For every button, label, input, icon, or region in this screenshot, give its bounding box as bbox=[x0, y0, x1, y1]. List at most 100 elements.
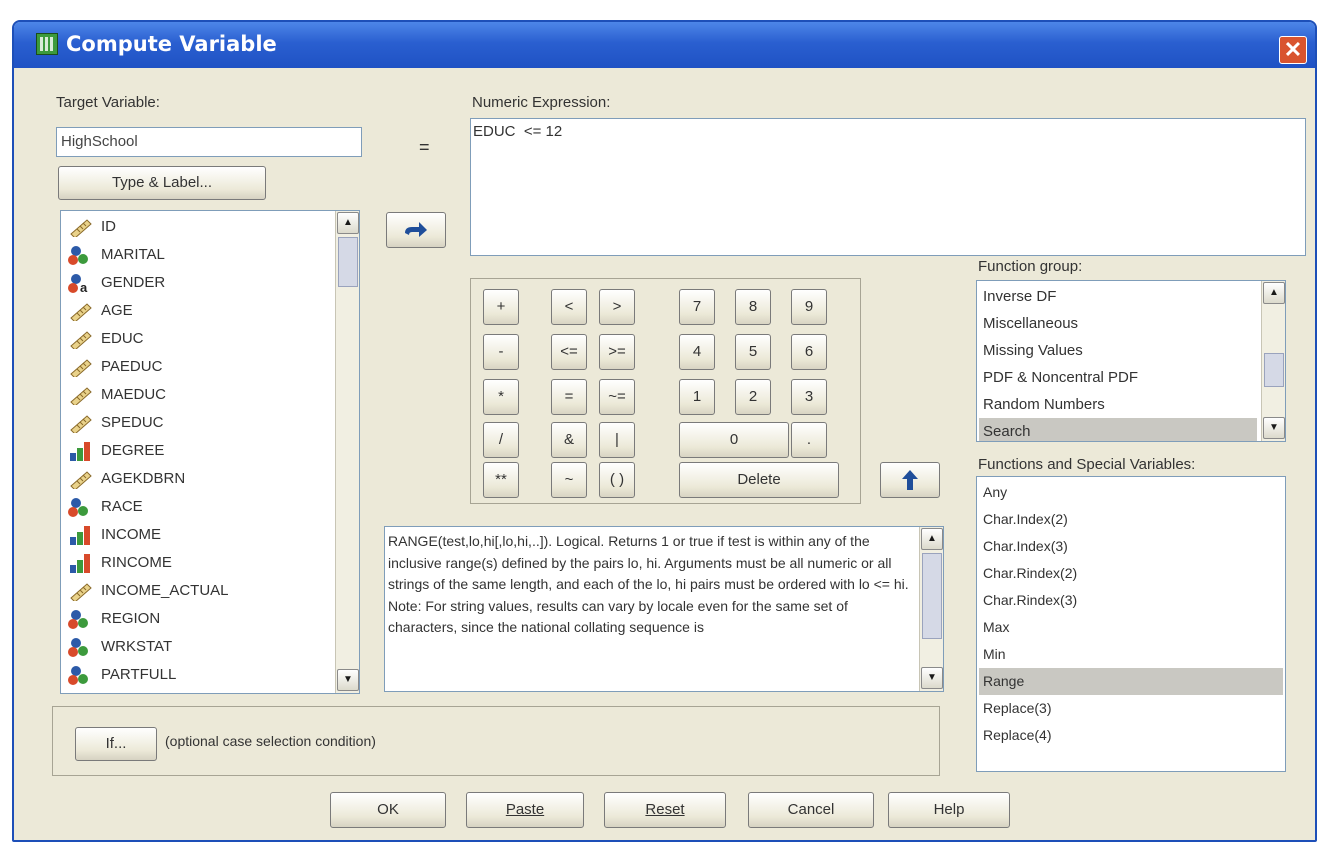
description-text: RANGE(test,lo,hi[,lo,hi,..]). Logical. R… bbox=[388, 533, 909, 635]
scroll-thumb[interactable] bbox=[338, 237, 358, 287]
type-label-button[interactable]: Type & Label... bbox=[58, 166, 266, 200]
function-item[interactable]: Replace(4) bbox=[979, 722, 1283, 749]
function-item[interactable]: Char.Index(2) bbox=[979, 506, 1283, 533]
if-button[interactable]: If... bbox=[75, 727, 157, 761]
scale-ruler-icon bbox=[67, 693, 95, 694]
key-not[interactable]: ~ bbox=[551, 462, 587, 498]
function-item[interactable]: Replace(3) bbox=[979, 695, 1283, 722]
delete-button[interactable]: Delete bbox=[679, 462, 839, 498]
key-greater-equal[interactable]: >= bbox=[599, 334, 635, 370]
function-group-item[interactable]: Missing Values bbox=[979, 337, 1257, 364]
variable-item[interactable]: a GENDER bbox=[67, 269, 165, 296]
key-equals[interactable]: = bbox=[551, 379, 587, 415]
variable-item[interactable]: PAEDUC bbox=[67, 353, 162, 380]
help-button[interactable]: Help bbox=[888, 792, 1010, 828]
scroll-up-icon[interactable]: ▲ bbox=[1263, 282, 1285, 304]
variable-item[interactable]: PARTFULL bbox=[67, 661, 176, 688]
key-2[interactable]: 2 bbox=[735, 379, 771, 415]
variable-item[interactable]: REGION bbox=[67, 605, 160, 632]
move-variable-button[interactable] bbox=[386, 212, 446, 248]
numeric-expression-label: Numeric Expression: bbox=[472, 94, 611, 111]
key-multiply[interactable]: * bbox=[483, 379, 519, 415]
key-3[interactable]: 3 bbox=[791, 379, 827, 415]
function-group-list[interactable]: Inverse DF Miscellaneous Missing Values PDF… bbox=[976, 280, 1286, 442]
key-parentheses[interactable]: ( ) bbox=[599, 462, 635, 498]
key-1[interactable]: 1 bbox=[679, 379, 715, 415]
variable-item[interactable]: DEGREE bbox=[67, 437, 164, 464]
key-or[interactable]: | bbox=[599, 422, 635, 458]
variable-item[interactable]: SPEDUC bbox=[67, 409, 164, 436]
function-group-item[interactable]: Inverse DF bbox=[979, 283, 1257, 310]
function-item[interactable]: Char.Rindex(2) bbox=[979, 560, 1283, 587]
variable-item[interactable]: RACE bbox=[67, 493, 143, 520]
function-group-item[interactable]: Random Numbers bbox=[979, 391, 1257, 418]
variable-item[interactable]: ID bbox=[67, 213, 116, 240]
function-item[interactable]: Max bbox=[979, 614, 1283, 641]
function-group-item[interactable]: PDF & Noncentral PDF bbox=[979, 364, 1257, 391]
key-7[interactable]: 7 bbox=[679, 289, 715, 325]
close-button[interactable]: ✕ bbox=[1279, 36, 1307, 64]
variable-item[interactable]: WRKSTAT bbox=[67, 633, 172, 660]
variable-item[interactable]: AGEKDBRN bbox=[67, 465, 185, 492]
function-group-item[interactable]: Search bbox=[979, 418, 1257, 441]
function-item[interactable]: Char.Rindex(3) bbox=[979, 587, 1283, 614]
function-item[interactable]: Min bbox=[979, 641, 1283, 668]
variable-item[interactable]: INCOME bbox=[67, 521, 161, 548]
ordinal-icon bbox=[67, 441, 95, 462]
function-group-item[interactable]: Miscellaneous bbox=[979, 310, 1257, 337]
variable-item[interactable]: MARITAL bbox=[67, 241, 165, 268]
key-power[interactable]: ** bbox=[483, 462, 519, 498]
variable-name: EDUC bbox=[101, 330, 144, 347]
cancel-button[interactable]: Cancel bbox=[748, 792, 874, 828]
function-description: RANGE(test,lo,hi[,lo,hi,..]). Logical. R… bbox=[384, 526, 944, 692]
function-group-scrollbar[interactable]: ▲ ▼ bbox=[1261, 281, 1285, 441]
title-bar[interactable]: Compute Variable ✕ bbox=[14, 22, 1315, 68]
key-5[interactable]: 5 bbox=[735, 334, 771, 370]
variable-item[interactable]: INCOME_ACTUAL bbox=[67, 577, 229, 604]
function-item[interactable]: Any bbox=[979, 479, 1283, 506]
reset-button[interactable]: Reset bbox=[604, 792, 726, 828]
key-less-than[interactable]: < bbox=[551, 289, 587, 325]
variable-item[interactable]: MAEDUC bbox=[67, 381, 166, 408]
key-greater-than[interactable]: > bbox=[599, 289, 635, 325]
variable-item[interactable]: HRS1 bbox=[67, 689, 141, 694]
if-section: If... (optional case selection condition… bbox=[52, 706, 940, 776]
function-item[interactable]: Range bbox=[979, 668, 1283, 695]
scroll-up-icon[interactable]: ▲ bbox=[921, 528, 943, 550]
variable-list[interactable]: ID MARITAL a GENDER AGE EDUC PAEDUC MAEDUC SPEDU… bbox=[60, 210, 360, 694]
key-not-equal[interactable]: ~= bbox=[599, 379, 635, 415]
variable-name: REGION bbox=[101, 610, 161, 627]
key-plus[interactable]: + bbox=[483, 289, 519, 325]
functions-list[interactable]: Any Char.Index(2) Char.Index(3) Char.Rindex… bbox=[976, 476, 1286, 772]
variable-item[interactable]: RINCOME bbox=[67, 549, 172, 576]
variable-name: INCOME bbox=[101, 526, 161, 543]
key-6[interactable]: 6 bbox=[791, 334, 827, 370]
scroll-down-icon[interactable]: ▼ bbox=[921, 667, 943, 689]
variable-item[interactable]: AGE bbox=[67, 297, 133, 324]
variable-name: PARTFULL bbox=[101, 666, 177, 683]
function-item[interactable]: Char.Index(3) bbox=[979, 533, 1283, 560]
numeric-expression-textarea[interactable]: EDUC <= 12 bbox=[470, 118, 1306, 256]
description-scrollbar[interactable]: ▲ ▼ bbox=[919, 527, 943, 691]
variable-item[interactable]: EDUC bbox=[67, 325, 144, 352]
key-minus[interactable]: - bbox=[483, 334, 519, 370]
scroll-thumb[interactable] bbox=[1264, 353, 1284, 387]
insert-function-button[interactable] bbox=[880, 462, 940, 498]
scroll-down-icon[interactable]: ▼ bbox=[337, 669, 359, 691]
key-less-equal[interactable]: <= bbox=[551, 334, 587, 370]
scroll-thumb[interactable] bbox=[922, 553, 942, 639]
key-decimal[interactable]: . bbox=[791, 422, 827, 458]
scroll-up-icon[interactable]: ▲ bbox=[337, 212, 359, 234]
target-variable-input[interactable]: HighSchool bbox=[56, 127, 362, 157]
key-0[interactable]: 0 bbox=[679, 422, 789, 458]
key-and[interactable]: & bbox=[551, 422, 587, 458]
key-9[interactable]: 9 bbox=[791, 289, 827, 325]
variable-list-scrollbar[interactable]: ▲ ▼ bbox=[335, 211, 359, 693]
key-divide[interactable]: / bbox=[483, 422, 519, 458]
key-8[interactable]: 8 bbox=[735, 289, 771, 325]
app-icon bbox=[36, 33, 58, 55]
paste-button[interactable]: Paste bbox=[466, 792, 584, 828]
key-4[interactable]: 4 bbox=[679, 334, 715, 370]
ok-button[interactable]: OK bbox=[330, 792, 446, 828]
scroll-down-icon[interactable]: ▼ bbox=[1263, 417, 1285, 439]
